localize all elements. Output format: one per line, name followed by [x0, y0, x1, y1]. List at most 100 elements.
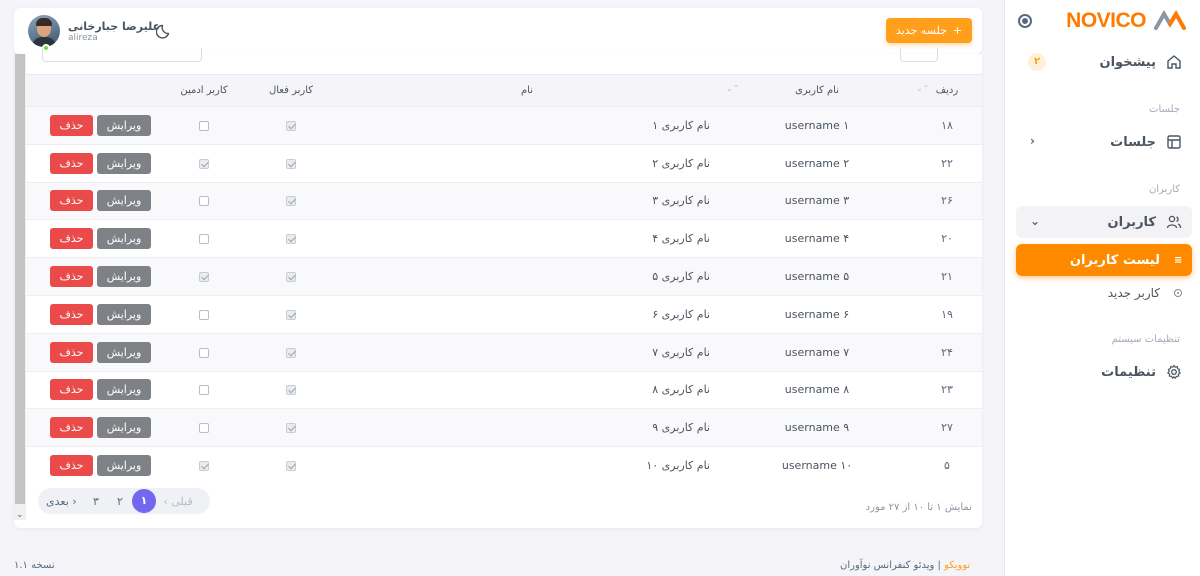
edit-button[interactable]: ویرایش: [97, 341, 151, 363]
active-checkbox[interactable]: [286, 272, 296, 283]
page-size-select[interactable]: [900, 48, 938, 62]
edit-button[interactable]: ویرایش: [97, 417, 151, 439]
edit-button[interactable]: ویرایش: [97, 303, 151, 325]
column-header-index[interactable]: ردیف ⌃⌄: [912, 74, 982, 107]
footer-credits: نوویکو | ویدئو کنفرانس نوآوران: [840, 560, 970, 571]
row-index: ۲۴: [941, 345, 953, 359]
admin-checkbox[interactable]: [199, 196, 209, 207]
delete-button[interactable]: حذف: [50, 266, 93, 288]
page-button-3[interactable]: ۳: [84, 495, 108, 508]
column-header-admin: کاربر ادمین: [158, 74, 250, 107]
delete-button[interactable]: حذف: [50, 114, 93, 136]
nav-section-system: تنظیمات سیستم: [1111, 334, 1180, 345]
active-checkbox[interactable]: [286, 234, 296, 245]
row-name: نام کاربری ۵: [652, 270, 710, 284]
table-row: ۲۲ username ۲ نام کاربری ۲ حذف ویرایش: [26, 144, 982, 182]
admin-checkbox[interactable]: [199, 461, 209, 472]
delete-button[interactable]: حذف: [50, 379, 93, 401]
admin-checkbox[interactable]: [199, 423, 209, 434]
row-index: ۱۸: [941, 118, 953, 132]
sidebar-item-user-list[interactable]: ≡ لیست کاربران: [1016, 244, 1192, 276]
table-row: ۲۱ username ۵ نام کاربری ۵ حذف ویرایش: [26, 257, 982, 296]
sidebar-item-label: جلسات: [1110, 134, 1156, 150]
avatar-hair-shape: [36, 18, 52, 26]
sort-icon: ⌃⌄: [726, 84, 740, 93]
delete-button[interactable]: حذف: [50, 303, 93, 325]
sidebar-item-sessions[interactable]: جلسات ›: [1016, 126, 1192, 158]
table-row: ۲۴ username ۷ نام کاربری ۷ حذف ویرایش: [26, 333, 982, 372]
row-index: ۲۲: [941, 156, 953, 170]
delete-button[interactable]: حذف: [50, 228, 93, 250]
row-admin-cell: [158, 258, 250, 296]
column-header-label: نام: [520, 85, 534, 96]
admin-checkbox[interactable]: [199, 272, 209, 283]
footer-brand-link[interactable]: نوویکو: [944, 560, 970, 571]
admin-checkbox[interactable]: [199, 347, 209, 358]
active-checkbox[interactable]: [286, 196, 296, 207]
active-checkbox[interactable]: [286, 385, 296, 396]
admin-checkbox[interactable]: [199, 120, 209, 131]
edit-button[interactable]: ویرایش: [97, 114, 151, 136]
active-checkbox[interactable]: [286, 309, 296, 320]
edit-button[interactable]: ویرایش: [97, 190, 151, 212]
edit-button[interactable]: ویرایش: [97, 228, 151, 250]
sidebar-item-dashboard[interactable]: پیشخوان ۲: [1016, 46, 1192, 78]
row-actions: حذف ویرایش: [26, 258, 158, 296]
nav-section-users: کاربران: [1148, 184, 1180, 195]
delete-button[interactable]: حذف: [50, 152, 93, 174]
edit-button[interactable]: ویرایش: [97, 152, 151, 174]
scrollbar-thumb[interactable]: [15, 54, 25, 504]
row-name: نام کاربری ۱۰: [646, 459, 710, 473]
row-username: username ۵: [784, 270, 850, 284]
sidebar-item-settings[interactable]: تنظیمات: [1016, 356, 1192, 388]
row-actions: حذف ویرایش: [26, 295, 158, 333]
pagination: بعدی › ۳ ۲ ۱ ‹ قبلی: [38, 488, 210, 514]
sidebar-item-users[interactable]: کاربران ⌄: [1016, 206, 1192, 238]
page-button-current[interactable]: ۱: [132, 489, 156, 513]
row-index: ۲۷: [941, 421, 953, 435]
active-checkbox[interactable]: [286, 423, 296, 434]
active-checkbox[interactable]: [286, 347, 296, 358]
delete-button[interactable]: حذف: [50, 190, 93, 212]
admin-checkbox[interactable]: [199, 158, 209, 169]
admin-checkbox[interactable]: [199, 234, 209, 245]
row-active-cell: [250, 144, 332, 182]
sidebar-toggle-icon[interactable]: [1018, 14, 1032, 28]
edit-button[interactable]: ویرایش: [97, 455, 151, 477]
prev-page-button[interactable]: ‹ قبلی: [156, 495, 200, 508]
row-index: ۲۳: [941, 383, 953, 397]
scroll-down-icon[interactable]: ⌄: [16, 510, 24, 520]
active-checkbox[interactable]: [286, 158, 296, 169]
search-input[interactable]: [42, 48, 202, 62]
sidebar-item-label: تنظیمات: [1101, 364, 1156, 380]
row-actions: حذف ویرایش: [26, 107, 158, 145]
brand-name: NOVICO: [1066, 9, 1146, 32]
delete-button[interactable]: حذف: [50, 341, 93, 363]
active-checkbox[interactable]: [286, 120, 296, 131]
sidebar-item-new-user[interactable]: کاربر جدید: [1016, 277, 1192, 309]
user-handle: alireza: [68, 32, 98, 43]
sidebar-item-label: پیشخوان: [1099, 54, 1157, 70]
vertical-scrollbar[interactable]: ⌄: [14, 54, 26, 520]
active-checkbox[interactable]: [286, 461, 296, 472]
column-header-username[interactable]: نام کاربری ⌃⌄: [722, 74, 912, 107]
table-row: ۲۷ username ۹ نام کاربری ۹ حذف ویرایش: [26, 408, 982, 447]
moon-icon[interactable]: [156, 22, 174, 40]
delete-button[interactable]: حذف: [50, 455, 93, 477]
edit-button[interactable]: ویرایش: [97, 266, 151, 288]
table-row: ۱۹ username ۶ نام کاربری ۶ حذف ویرایش: [26, 295, 982, 333]
users-table: ردیف ⌃⌄ نام کاربری ⌃⌄ نام کاربر فعال کار…: [26, 74, 982, 484]
row-active-cell: [250, 220, 332, 258]
page-button-2[interactable]: ۲: [108, 495, 132, 508]
user-profile[interactable]: علیرضا جبارخانی alireza: [28, 15, 160, 52]
next-page-button[interactable]: بعدی ›: [46, 495, 84, 508]
row-active-cell: [250, 371, 332, 409]
row-active-cell: [250, 333, 332, 371]
admin-checkbox[interactable]: [199, 385, 209, 396]
admin-checkbox[interactable]: [199, 309, 209, 320]
row-name: نام کاربری ۳: [652, 194, 710, 208]
row-active-cell: [250, 409, 332, 447]
edit-button[interactable]: ویرایش: [97, 379, 151, 401]
delete-button[interactable]: حذف: [50, 417, 93, 439]
new-session-button[interactable]: + جلسه جدید: [886, 18, 972, 43]
